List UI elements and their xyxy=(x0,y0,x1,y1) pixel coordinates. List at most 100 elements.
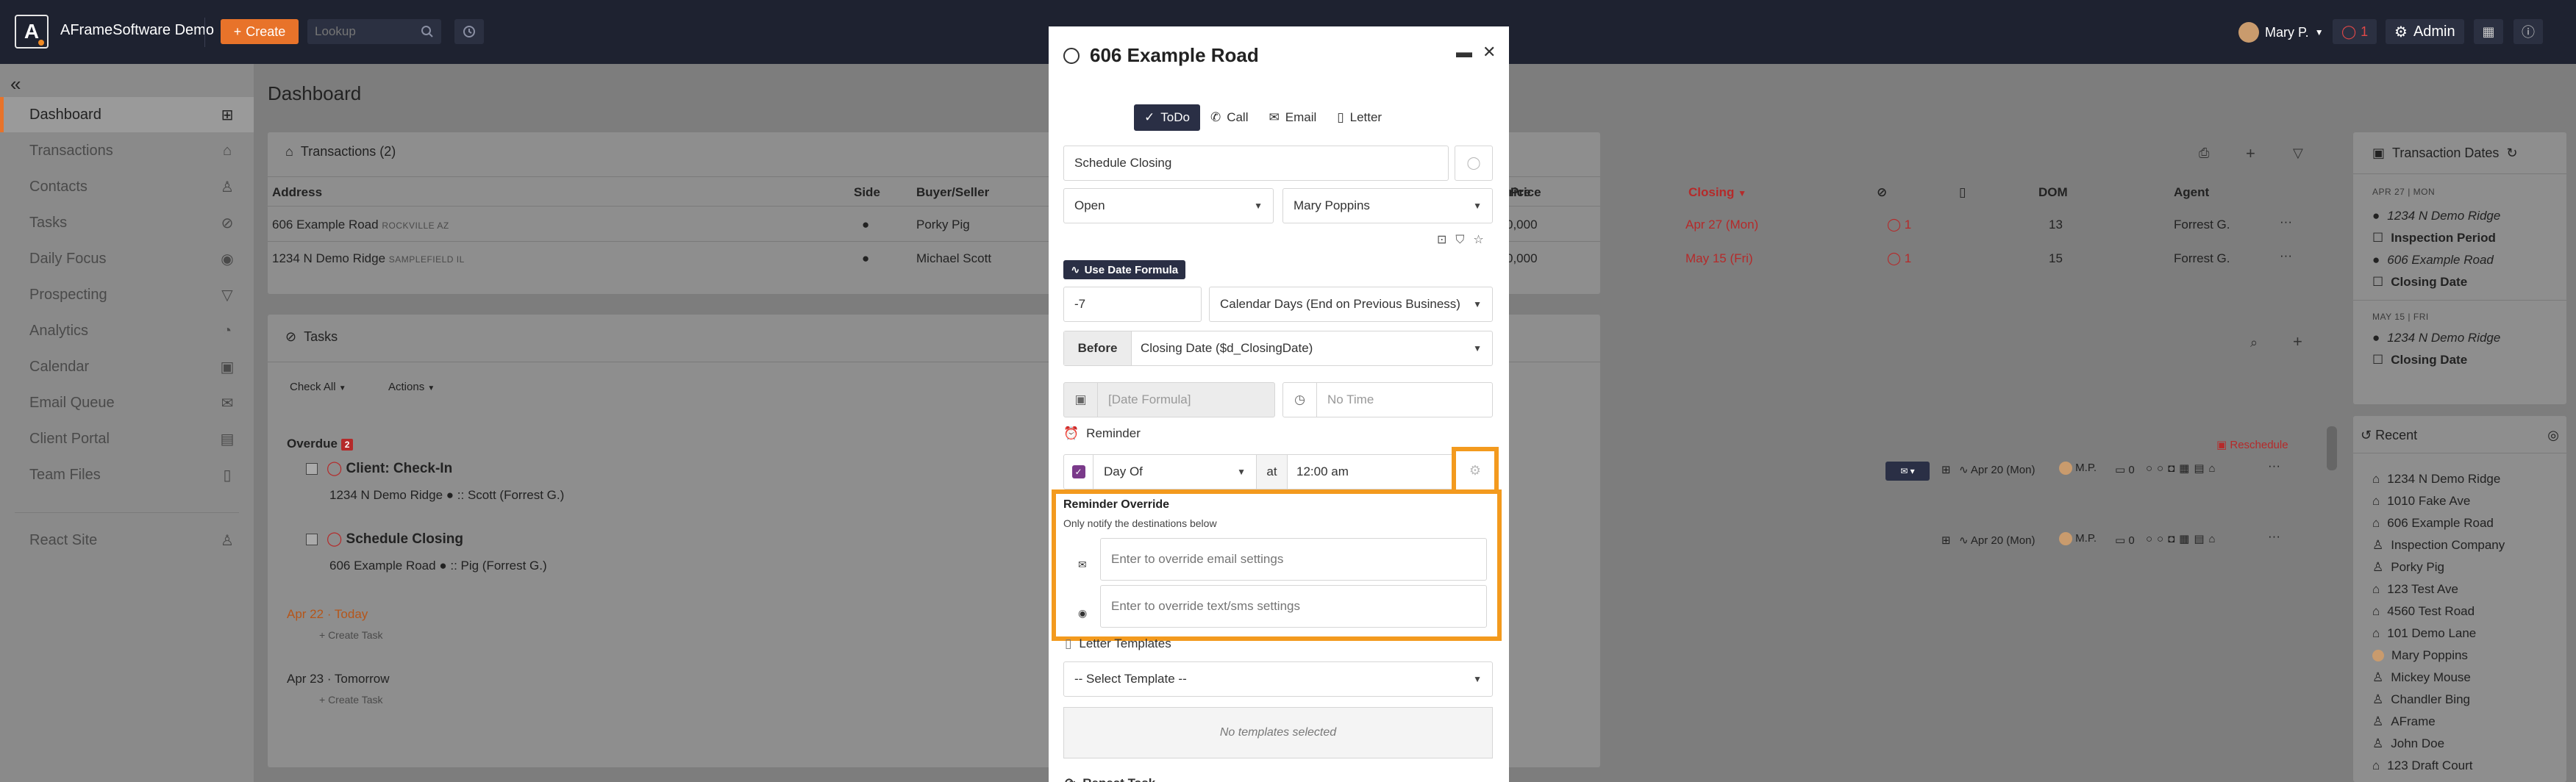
actions-dropdown[interactable]: Actions ▼ xyxy=(388,381,435,393)
col-buyer[interactable]: Buyer/Seller xyxy=(916,185,989,200)
use-date-formula-toggle[interactable]: ∿ Use Date Formula xyxy=(1063,260,1186,279)
apps-button[interactable]: ▦ xyxy=(2474,19,2503,44)
recent-item[interactable]: Mary Poppins xyxy=(2372,648,2468,663)
task-comments[interactable]: ▭ 0 xyxy=(2115,534,2135,547)
task-name-check-icon[interactable]: ◯ xyxy=(1455,146,1493,181)
date-item[interactable]: ☐ Closing Date xyxy=(2372,275,2467,290)
target-icon[interactable]: ◎ xyxy=(2547,428,2559,443)
task-comments[interactable]: ▭ 0 xyxy=(2115,463,2135,476)
col-address[interactable]: Address xyxy=(272,185,322,200)
sidebar-item-analytics[interactable]: Analytics ◔ xyxy=(0,313,254,348)
col-agent[interactable]: Agent xyxy=(2174,185,2209,200)
task-checkbox[interactable] xyxy=(306,534,318,545)
recent-item[interactable]: ♙ John Doe xyxy=(2372,736,2444,751)
app-logo[interactable]: A xyxy=(15,15,49,49)
task-name-input[interactable]: Schedule Closing xyxy=(1063,146,1449,181)
alert-count[interactable]: ◯ 1 xyxy=(1887,251,1911,266)
reminder-checkbox[interactable]: ✓ xyxy=(1071,465,1085,478)
scrollbar[interactable] xyxy=(2327,426,2337,470)
recent-item[interactable]: ⌂ 1234 N Demo Ridge xyxy=(2372,472,2500,487)
history-button[interactable] xyxy=(454,19,484,44)
task-title[interactable]: ◯ Schedule Closing xyxy=(327,531,463,548)
admin-button[interactable]: ⚙ Admin xyxy=(2386,19,2464,44)
offset-input[interactable]: -7 xyxy=(1063,287,1202,322)
task-sub[interactable]: 1234 N Demo Ridge ● :: Scott (Forrest G.… xyxy=(329,488,564,503)
task-user[interactable]: M.P. xyxy=(2059,532,2097,546)
collapse-sidebar-icon[interactable]: « xyxy=(10,73,21,96)
task-title[interactable]: ◯ Client: Check-In xyxy=(327,460,452,477)
buyer-name[interactable]: Michael Scott xyxy=(916,251,991,266)
more-icon[interactable]: ··· xyxy=(2268,529,2280,544)
col-closing-sort[interactable]: Closing ▼ xyxy=(1688,185,1747,200)
more-icon[interactable]: ··· xyxy=(2268,459,2280,473)
task-user[interactable]: M.P. xyxy=(2059,462,2097,476)
tab-call[interactable]: ✆ Call xyxy=(1200,104,1259,131)
sidebar-item-calendar[interactable]: Calendar ▣ xyxy=(0,349,254,384)
refresh-icon[interactable]: ↻ xyxy=(2506,146,2517,161)
sidebar-item-client-portal[interactable]: Client Portal ▤ xyxy=(0,421,254,456)
buyer-name[interactable]: Porky Pig xyxy=(916,218,970,232)
alerts-button[interactable]: ◯ 1 xyxy=(2333,19,2377,44)
day-type-select[interactable]: Calendar Days (End on Previous Business)… xyxy=(1209,287,1493,322)
tab-todo[interactable]: ✓ ToDo xyxy=(1134,104,1200,131)
task-sub[interactable]: 606 Example Road ● :: Pig (Forrest G.) xyxy=(329,559,547,573)
create-button[interactable]: + Create xyxy=(221,19,299,44)
add-icon[interactable]: + xyxy=(2293,332,2302,351)
reminder-when-select[interactable]: Day Of ▼ xyxy=(1093,455,1257,489)
table-row[interactable]: 1234 N Demo Ridge SAMPLEFIELD IL xyxy=(272,251,465,266)
tab-email[interactable]: ✉ Email xyxy=(1258,104,1327,131)
help-button[interactable]: ⓘ xyxy=(2513,19,2543,44)
search-icon[interactable] xyxy=(421,25,434,38)
sidebar-item-contacts[interactable]: Contacts ♙ xyxy=(0,169,254,204)
anchor-select[interactable]: Closing Date ($d_ClosingDate) ▼ xyxy=(1132,331,1492,365)
sidebar-item-team-files[interactable]: Team Files ▯ xyxy=(0,457,254,492)
assignee-select[interactable]: Mary Poppins ▼ xyxy=(1282,188,1493,223)
check-all-dropdown[interactable]: Check All ▼ xyxy=(290,381,346,393)
lookup-input[interactable] xyxy=(315,24,410,40)
sidebar-item-dashboard[interactable]: Dashboard ⊞ xyxy=(0,97,254,132)
time-field[interactable]: ◷ No Time xyxy=(1282,382,1493,417)
tab-letter[interactable]: ▯ Letter xyxy=(1327,104,1392,131)
recent-item[interactable]: ⌂ 606 Example Road xyxy=(2372,516,2494,531)
reminder-settings-gear-icon[interactable]: ⚙ xyxy=(1452,447,1499,494)
table-row[interactable]: 606 Example Road ROCKVILLE AZ xyxy=(272,218,449,232)
recent-item[interactable]: ⌂ 4560 Test Road xyxy=(2372,604,2475,619)
lookup-box[interactable] xyxy=(307,19,441,44)
tasks-header[interactable]: ⊘ Tasks xyxy=(285,329,338,345)
sidebar-item-daily-focus[interactable]: Daily Focus ◉ xyxy=(0,241,254,276)
recent-item[interactable]: ⌂ 123 Test Ave xyxy=(2372,582,2458,597)
recent-item[interactable]: ♙ AFrame xyxy=(2372,714,2436,729)
add-icon[interactable]: + xyxy=(2246,144,2255,163)
close-icon[interactable]: ✕ xyxy=(1483,43,1496,62)
recent-item[interactable]: ⌂ 1010 Fake Ave xyxy=(2372,494,2470,509)
print-icon[interactable]: ⎙ xyxy=(2199,146,2209,161)
recent-item[interactable]: ⌂ 123 Draft Court xyxy=(2372,758,2473,773)
sidebar-item-email-queue[interactable]: Email Queue ✉ xyxy=(0,385,254,420)
more-icon[interactable]: ··· xyxy=(2280,215,2292,229)
date-formula-field[interactable]: ▣ [Date Formula] xyxy=(1063,382,1275,417)
task-date[interactable]: ∿ Apr 20 (Mon) xyxy=(1959,534,2035,547)
create-task-link[interactable]: + Create Task xyxy=(319,629,383,641)
override-email-input[interactable] xyxy=(1100,538,1487,581)
before-button[interactable]: Before xyxy=(1064,331,1132,365)
repeat-task-label[interactable]: ⟳Repeat Task xyxy=(1065,776,1155,782)
sidebar-item-tasks[interactable]: Tasks ⊘ xyxy=(0,205,254,240)
recent-item[interactable]: ♙ Chandler Bing xyxy=(2372,692,2470,707)
override-sms-input[interactable] xyxy=(1100,585,1487,628)
col-side[interactable]: Side xyxy=(854,185,880,200)
reschedule-button[interactable]: ▣ Reschedule xyxy=(2216,438,2288,451)
task-grid-icon[interactable]: ⊞ xyxy=(1941,463,1951,476)
recent-item[interactable]: ♙ Porky Pig xyxy=(2372,560,2444,575)
user-menu[interactable]: Mary P. ▼ xyxy=(2238,22,2324,43)
date-item[interactable]: ☐ Inspection Period xyxy=(2372,231,2496,245)
status-select[interactable]: Open ▼ xyxy=(1063,188,1274,223)
more-icon[interactable]: ··· xyxy=(2280,248,2292,263)
sidebar-item-react-site[interactable]: React Site ♙ xyxy=(0,523,254,558)
recent-item[interactable]: ♙ Inspection Company xyxy=(2372,538,2505,553)
create-task-link[interactable]: + Create Task xyxy=(319,694,383,706)
col-dom[interactable]: DOM xyxy=(2038,185,2068,200)
task-date[interactable]: ∿ Apr 20 (Mon) xyxy=(1959,463,2035,476)
sidebar-item-prospecting[interactable]: Prospecting ▽ xyxy=(0,277,254,312)
recent-header[interactable]: ↺ Recent ◎ xyxy=(2361,428,2559,443)
template-select[interactable]: -- Select Template -- ▼ xyxy=(1063,661,1493,697)
